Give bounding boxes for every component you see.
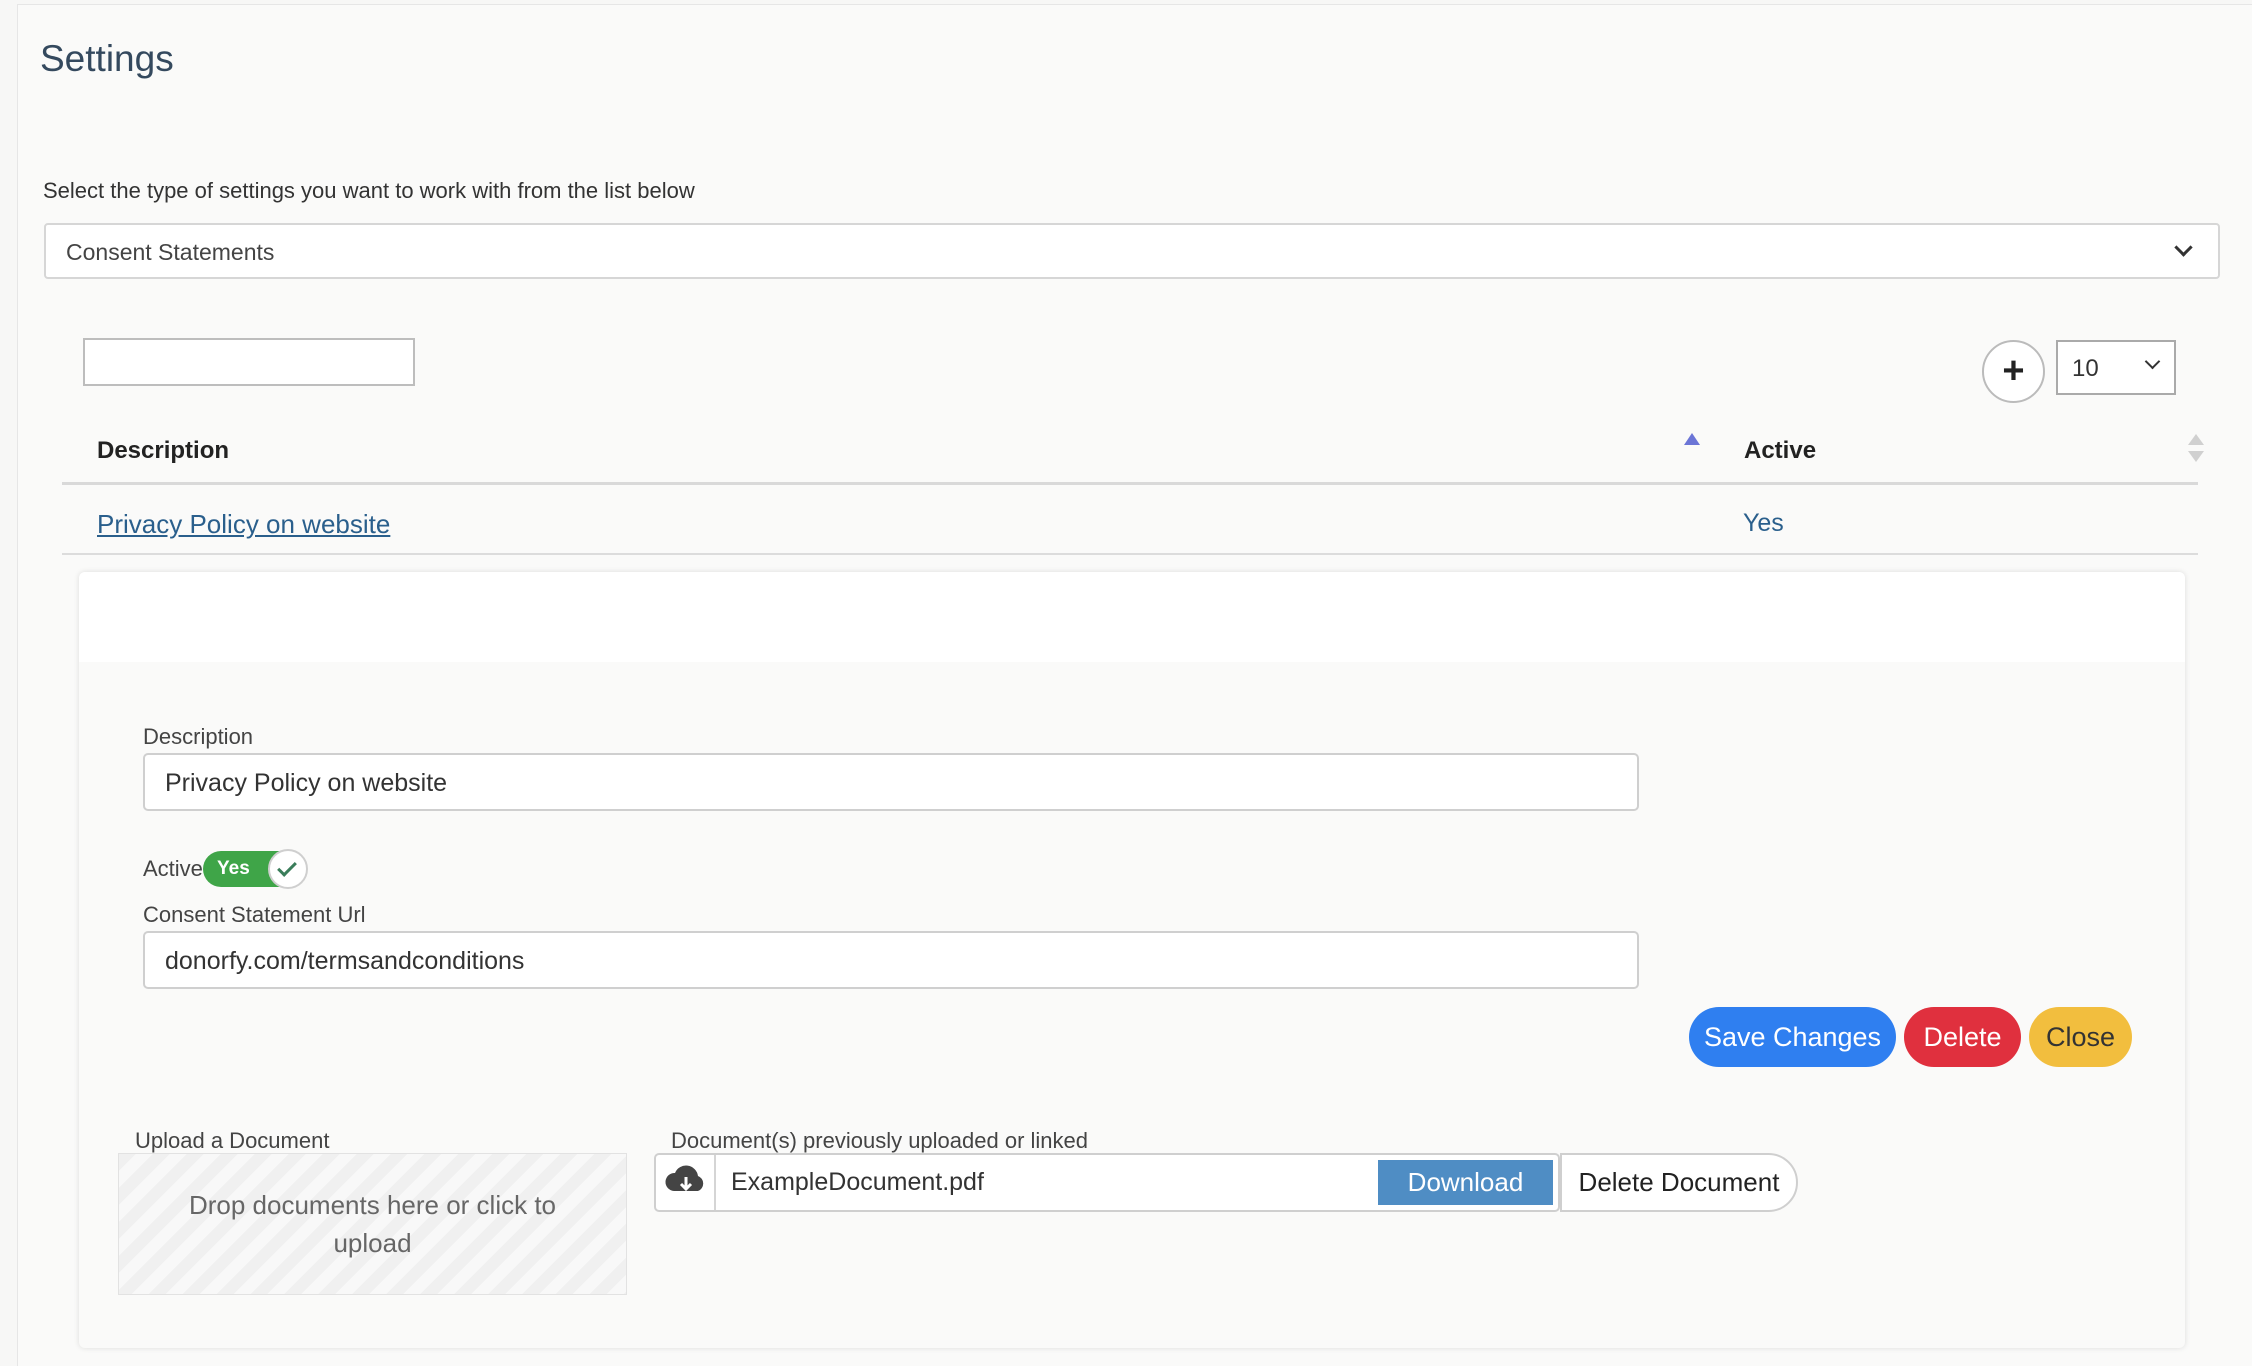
close-button[interactable]: Close (2029, 1007, 2132, 1067)
active-toggle-text: Yes (217, 858, 250, 879)
table-search-input[interactable] (83, 338, 415, 386)
delete-button[interactable]: Delete (1904, 1007, 2021, 1067)
download-button[interactable]: Download (1378, 1160, 1553, 1205)
page-title: Settings (40, 38, 174, 79)
chevron-down-icon (2144, 353, 2161, 370)
delete-document-button[interactable]: Delete Document (1560, 1153, 1798, 1212)
description-field[interactable]: Privacy Policy on website (143, 753, 1639, 811)
column-header-description[interactable]: Description (97, 437, 229, 465)
settings-type-value: Consent Statements (66, 239, 275, 265)
cloud-download-icon (656, 1155, 716, 1210)
document-row: ExampleDocument.pdf Download (654, 1153, 1560, 1212)
description-label: Description (143, 724, 254, 749)
page-size-value: 10 (2072, 355, 2099, 382)
plus-icon: + (2002, 350, 2025, 392)
sort-up-icon[interactable] (2188, 434, 2204, 445)
dropzone-text: Drop documents here or click to upload (188, 1190, 557, 1258)
sort-down-icon[interactable] (2188, 451, 2204, 462)
settings-type-prompt: Select the type of settings you want to … (43, 178, 695, 203)
url-label: Consent Statement Url (143, 902, 366, 927)
table-row-divider (62, 553, 2198, 555)
add-button[interactable]: + (1982, 340, 2045, 403)
upload-label: Upload a Document (135, 1128, 330, 1153)
active-toggle-knob[interactable] (268, 849, 308, 889)
row-active-value: Yes (1743, 509, 1784, 537)
description-value: Privacy Policy on website (165, 769, 448, 797)
check-icon (277, 857, 297, 877)
url-field[interactable]: donorfy.com/termsandconditions (143, 931, 1639, 989)
document-file-name: ExampleDocument.pdf (731, 1168, 984, 1196)
url-value: donorfy.com/termsandconditions (165, 947, 525, 975)
chevron-down-icon (2174, 238, 2193, 257)
save-changes-button[interactable]: Save Changes (1689, 1007, 1896, 1067)
upload-dropzone[interactable]: Drop documents here or click to upload (118, 1153, 627, 1295)
table-header-divider (62, 482, 2198, 485)
row-description-link[interactable]: Privacy Policy on website (97, 509, 390, 540)
settings-type-select[interactable]: Consent Statements (44, 223, 2220, 279)
active-label: Active (143, 856, 203, 881)
previous-documents-label: Document(s) previously uploaded or linke… (671, 1128, 1088, 1153)
column-header-active[interactable]: Active (1744, 437, 1816, 465)
sort-ascending-icon[interactable] (1684, 433, 1700, 445)
page-size-select[interactable]: 10 (2056, 340, 2176, 395)
edit-panel-header (79, 572, 2185, 662)
